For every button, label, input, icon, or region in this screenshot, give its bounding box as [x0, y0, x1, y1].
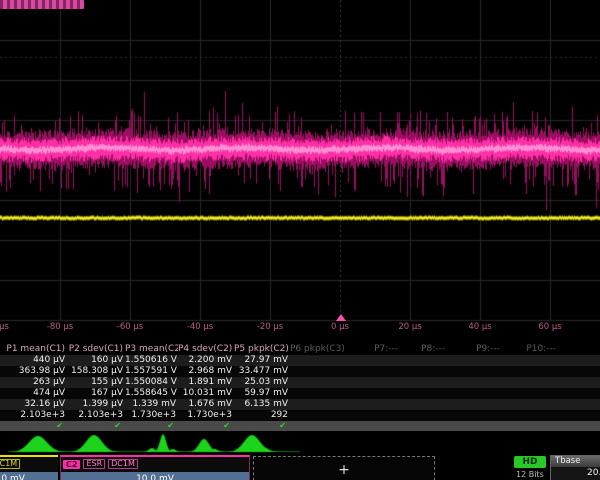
- measure-value: 1.550084 V: [125, 377, 178, 388]
- measure-table-row: 2.103e+32.103e+31.730e+31.730e+3292: [0, 410, 600, 421]
- channel-descriptor-c2[interactable]: C2 ESR DC1M 10.0 mV: [60, 455, 250, 480]
- measure-value: 1.730e+3: [125, 410, 178, 421]
- axis-tick-label: 20 µs: [398, 322, 421, 332]
- measure-header-p6[interactable]: P6 pkpk(C3): [290, 344, 345, 355]
- plus-icon: +: [338, 462, 350, 478]
- timebase-title: Tbase: [551, 456, 600, 467]
- channel-descriptor-c1[interactable]: C1 DC1M 10.0 mV: [0, 455, 58, 480]
- measure-table-row: 363.98 µV158.308 µV1.557591 V2.968 mV33.…: [0, 366, 600, 377]
- measure-header-p4[interactable]: P4 sdev(C2): [178, 344, 234, 355]
- measure-header-p3[interactable]: P3 mean(C2): [125, 344, 178, 355]
- measure-value: 32.16 µV: [0, 399, 67, 410]
- c2-vertical-scale: 10.0 mV: [61, 472, 249, 480]
- c2-label: C2: [63, 460, 80, 469]
- measure-value: 363.98 µV: [0, 366, 67, 377]
- measure-value: 2.968 mV: [178, 366, 234, 377]
- trace-annotation-badge: [0, 0, 84, 9]
- measure-value: 160 µV: [67, 355, 125, 366]
- measure-value: 1.891 mV: [178, 377, 234, 388]
- measure-table-row: 440 µV160 µV1.550616 V2.200 mV27.97 mV: [0, 355, 600, 366]
- measure-value: 27.97 mV: [234, 355, 290, 366]
- c2-coupling-badge: DC1M: [108, 459, 138, 469]
- trigger-position-marker[interactable]: [336, 314, 346, 321]
- measure-value: 10.031 mV: [178, 388, 234, 399]
- measure-value: 59.97 mV: [234, 388, 290, 399]
- timebase-descriptor[interactable]: Tbase 20.0 µs: [550, 455, 600, 480]
- measure-value: 1.550616 V: [125, 355, 178, 366]
- measure-status-check-icon: ✔: [67, 421, 125, 431]
- measure-header-p9[interactable]: P9:---: [447, 344, 502, 355]
- axis-tick-label: 60 µs: [538, 322, 561, 332]
- measure-value: 2.103e+3: [0, 410, 67, 421]
- measure-value: 25.03 mV: [234, 377, 290, 388]
- measure-header-p8[interactable]: P8:---: [400, 344, 447, 355]
- axis-tick-label: -100 µs: [0, 322, 9, 332]
- measure-value: 1.558645 V: [125, 388, 178, 399]
- axis-tick-label: -20 µs: [257, 322, 283, 332]
- measure-header-p10[interactable]: P10:---: [502, 344, 558, 355]
- measure-value: 2.200 mV: [178, 355, 234, 366]
- measure-value: 6.135 mV: [234, 399, 290, 410]
- measure-value: 155 µV: [67, 377, 125, 388]
- add-trace-button[interactable]: +: [253, 456, 435, 480]
- axis-tick-label: -80 µs: [47, 322, 73, 332]
- measure-status-check-icon: ✔: [0, 421, 67, 431]
- measure-table-row: 32.16 µV1.399 µV1.339 mV1.676 mV6.135 mV: [0, 399, 600, 410]
- measure-value: 474 µV: [0, 388, 67, 399]
- measure-header-p1[interactable]: P1 mean(C1): [0, 344, 67, 355]
- measure-table-row: 263 µV155 µV1.550084 V1.891 mV25.03 mV: [0, 377, 600, 388]
- hd-bits-label: 12 Bits: [516, 470, 544, 479]
- measure-header-p7[interactable]: P7:---: [345, 344, 400, 355]
- measure-value: 263 µV: [0, 377, 67, 388]
- measure-value: 1.676 mV: [178, 399, 234, 410]
- measure-value: 167 µV: [67, 388, 125, 399]
- c1-vertical-scale: 10.0 mV: [0, 472, 58, 480]
- measure-status-check-icon: ✔: [125, 421, 178, 431]
- axis-tick-label: -60 µs: [117, 322, 143, 332]
- measure-value: 1.557591 V: [125, 366, 178, 377]
- hd-mode-badge[interactable]: HD: [514, 456, 546, 468]
- measure-value: 1.339 mV: [125, 399, 178, 410]
- measure-status-check-icon: ✔: [178, 421, 234, 431]
- measure-value: 2.103e+3: [67, 410, 125, 421]
- measure-table-row: 474 µV167 µV1.558645 V10.031 mV59.97 mV: [0, 388, 600, 399]
- measure-value: 440 µV: [0, 355, 67, 366]
- measure-value: 1.399 µV: [67, 399, 125, 410]
- c1-coupling-badge: DC1M: [0, 459, 20, 469]
- oscilloscope-screen: -100 µs -80 µs -60 µs -40 µs -20 µs 0 µs 20 µs…: [0, 0, 600, 480]
- axis-tick-label: -40 µs: [187, 322, 213, 332]
- measure-header-p2[interactable]: P2 sdev(C1): [67, 344, 125, 355]
- measure-value: 158.308 µV: [67, 366, 125, 377]
- axis-tick-label: 40 µs: [468, 322, 491, 332]
- axis-tick-label: 0 µs: [331, 322, 349, 332]
- measure-header-p5[interactable]: P5 pkpk(C2): [234, 344, 290, 355]
- measure-status-check-icon: ✔: [234, 421, 290, 431]
- timebase-value: 20.0 µs: [551, 467, 600, 480]
- measure-value: 33.477 mV: [234, 366, 290, 377]
- measure-value: 1.730e+3: [178, 410, 234, 421]
- c2-esr-badge: ESR: [83, 459, 105, 469]
- measure-value: 292: [234, 410, 290, 421]
